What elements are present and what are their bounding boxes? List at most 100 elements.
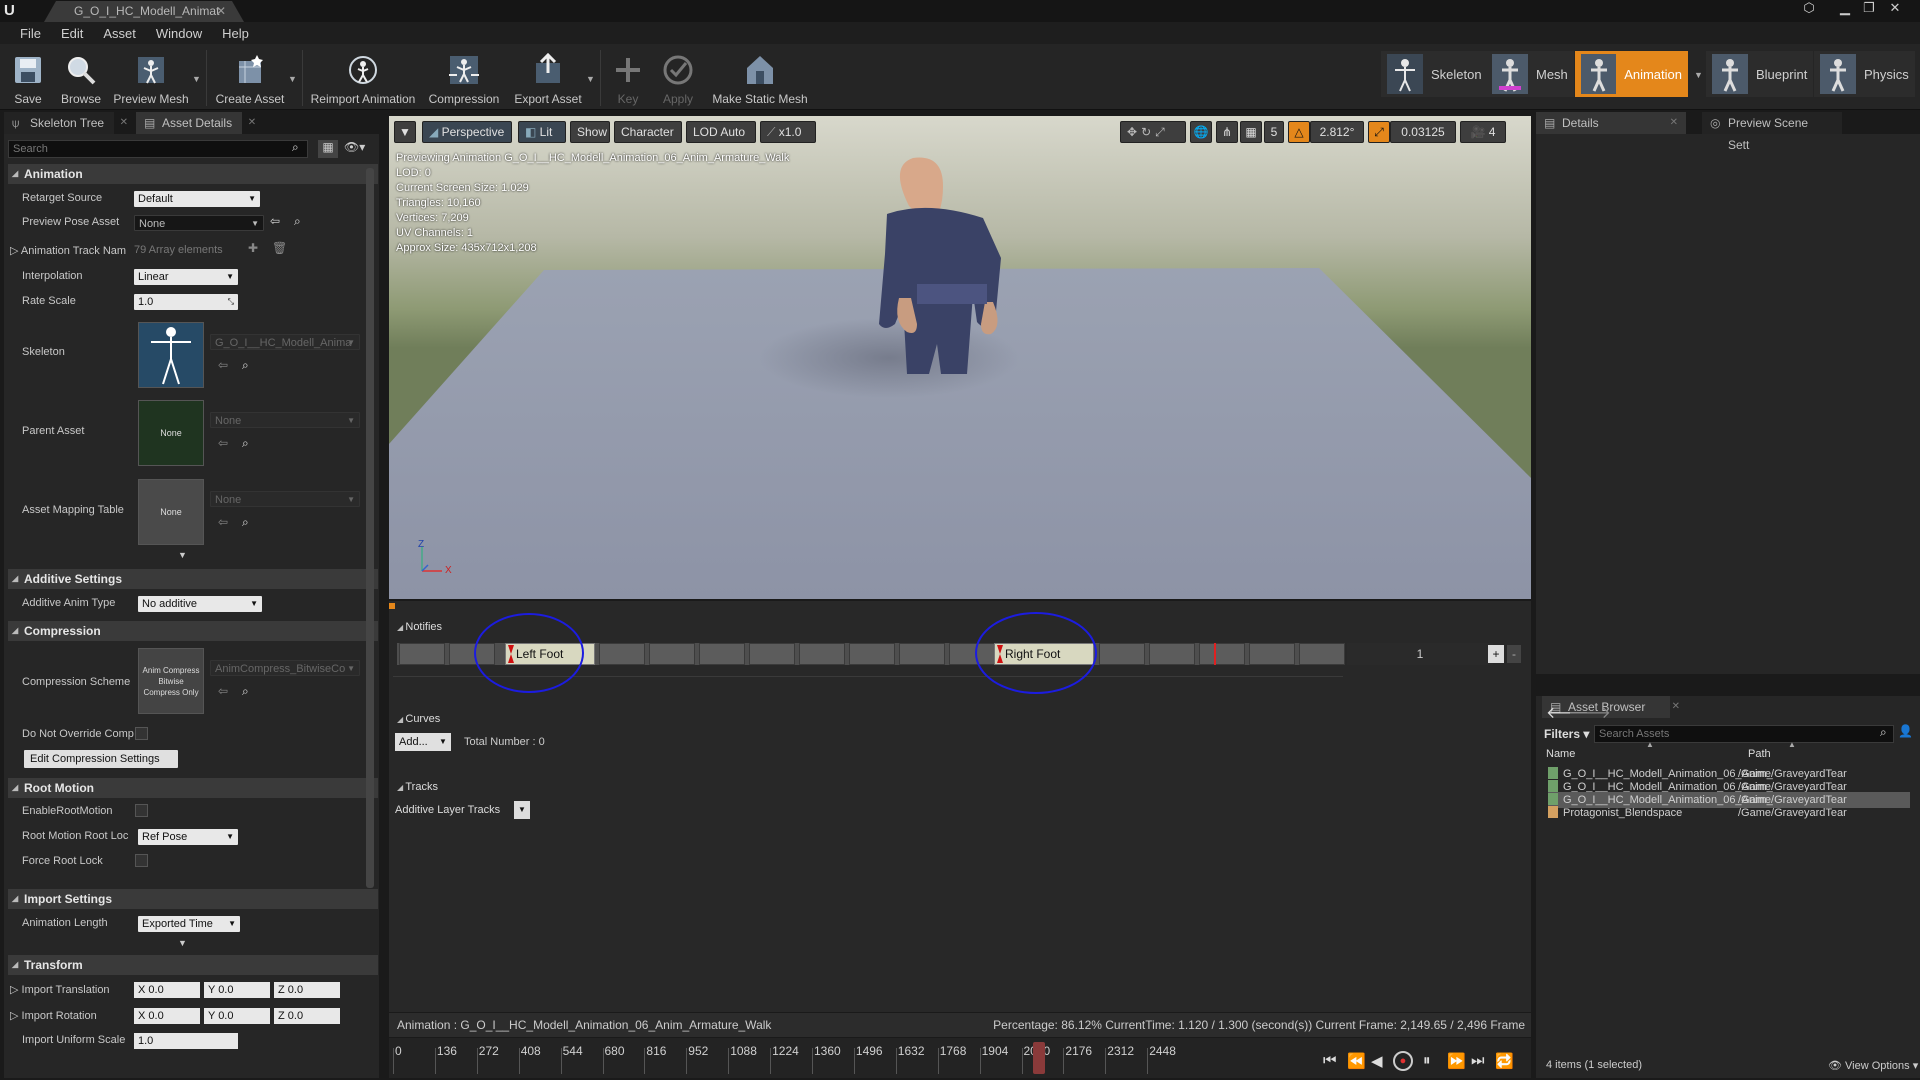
compression-scheme-dropdown[interactable]: AnimCompress_BitwiseCo ▼ <box>210 660 360 676</box>
world-space-icon[interactable]: 🌐 <box>1190 121 1212 143</box>
close-icon[interactable]: ✕ <box>248 112 256 134</box>
column-name-header[interactable]: Name <box>1546 748 1575 760</box>
close-icon[interactable]: ✕ <box>120 112 128 134</box>
force-root-lock-checkbox[interactable] <box>135 854 148 867</box>
remove-track-icon[interactable]: - <box>1507 645 1521 663</box>
notify-track-segment[interactable] <box>1249 643 1295 665</box>
add-curve-button[interactable]: Add... <box>395 733 435 751</box>
apply-button[interactable]: Apply <box>656 48 700 108</box>
physics-mode-button[interactable]: Physics <box>1814 51 1915 97</box>
preview-mesh-button[interactable]: Preview Mesh <box>112 48 190 108</box>
notify-track-segment[interactable] <box>399 643 445 665</box>
compression-button[interactable]: Compression <box>428 48 500 108</box>
show-button[interactable]: Show <box>570 121 610 143</box>
notify-track-segment[interactable] <box>1099 643 1145 665</box>
asset-search-input[interactable]: Search Assets <box>1594 725 1894 743</box>
pause-icon[interactable]: ⏸ <box>1423 1052 1431 1069</box>
use-selected-arrow-icon[interactable]: ⇦ <box>218 684 228 698</box>
additive-layer-dropdown-icon[interactable]: ▼ <box>514 801 530 819</box>
expand-more-icon[interactable]: ▼ <box>178 938 187 948</box>
view-options-button[interactable]: 👁 View Options ▾ <box>1828 1059 1918 1072</box>
notify-track-segment[interactable] <box>1199 643 1245 665</box>
browse-button[interactable]: Browse <box>56 48 106 108</box>
details-scrollbar[interactable] <box>366 168 374 888</box>
camera-speed-button[interactable]: 🎥 4 <box>1460 121 1506 143</box>
maximize-icon[interactable]: ❐ <box>1858 0 1880 18</box>
transform-tools-group[interactable]: ✥↻⤢ <box>1120 121 1186 143</box>
use-selected-arrow-icon[interactable]: ⇦ <box>218 515 228 529</box>
notify-track-segment[interactable] <box>599 643 645 665</box>
rotation-z-field[interactable]: Z 0.0 <box>274 1008 340 1024</box>
interpolation-dropdown[interactable]: Linear ▼ <box>134 269 238 285</box>
sync-icon[interactable]: ⬡ <box>1798 0 1820 18</box>
notify-track-segment[interactable] <box>899 643 945 665</box>
parent-asset-dropdown[interactable]: None ▼ <box>210 412 360 428</box>
menu-help[interactable]: Help <box>212 26 259 41</box>
translation-z-field[interactable]: Z 0.0 <box>274 982 340 998</box>
character-button[interactable]: Character <box>614 121 682 143</box>
eye-icon[interactable]: 👁▾ <box>344 140 365 154</box>
skip-to-start-icon[interactable]: ⏮ <box>1323 1052 1337 1069</box>
notify-track-segment[interactable] <box>799 643 845 665</box>
rotate-icon[interactable]: ↻ <box>1141 125 1155 139</box>
details-search-input[interactable]: Search <box>8 140 308 158</box>
column-path-header[interactable]: Path <box>1748 748 1771 760</box>
uniform-scale-field[interactable]: 1.0 <box>134 1033 238 1049</box>
surface-snap-icon[interactable]: ⋔ <box>1216 121 1238 143</box>
scale-snap-value[interactable]: 0.03125 <box>1390 121 1456 143</box>
tab-preview-scene-settings[interactable]: ◎ Preview Scene Sett <box>1702 112 1842 152</box>
menu-edit[interactable]: Edit <box>51 26 93 41</box>
parent-asset-thumbnail[interactable]: None <box>138 400 204 466</box>
browse-search-icon[interactable]: ⌕ <box>242 515 249 530</box>
forward-arrow-icon[interactable]: 🡒 <box>1568 702 1611 723</box>
tab-details[interactable]: ▤ Details ✕ <box>1536 112 1686 134</box>
close-icon[interactable]: ✕ <box>1670 112 1678 134</box>
move-icon[interactable]: ✥ <box>1127 125 1141 139</box>
add-element-icon[interactable]: ✚ <box>248 241 258 255</box>
notify-track-segment[interactable] <box>1299 643 1345 665</box>
mapping-table-dropdown[interactable]: None ▼ <box>210 491 360 507</box>
compression-scheme-thumbnail[interactable]: Anim Compress Bitwise Compress Only <box>138 648 204 714</box>
timeline-scrubber[interactable]: 0 136 272 408 544 680 816 952 1088 1224 1360 1496 16… <box>389 1038 1531 1078</box>
root-lock-dropdown[interactable]: Ref Pose ▼ <box>138 829 238 845</box>
viewport-options-dropdown[interactable]: ▼ <box>394 121 416 143</box>
trash-icon[interactable]: 🗑 <box>272 241 287 255</box>
edit-compression-settings-button[interactable]: Edit Compression Settings <box>24 750 178 768</box>
save-button[interactable]: Save <box>8 48 48 108</box>
mapping-table-thumbnail[interactable]: None <box>138 479 204 545</box>
preview-pose-dropdown[interactable]: None ▼ <box>134 215 264 231</box>
category-import-settings[interactable]: Import Settings <box>8 889 378 909</box>
notify-track-segment[interactable] <box>749 643 795 665</box>
grid-snap-icon[interactable]: ▦ <box>1240 121 1262 143</box>
use-selected-arrow-icon[interactable]: ⇦ <box>218 436 228 450</box>
loop-icon[interactable]: 🔁 <box>1495 1052 1514 1070</box>
blueprint-mode-button[interactable]: Blueprint <box>1706 51 1814 97</box>
user-icon[interactable]: 👤 <box>1898 724 1913 738</box>
rotation-y-field[interactable]: Y 0.0 <box>204 1008 270 1024</box>
close-icon[interactable]: ✕ <box>1672 696 1680 718</box>
retarget-source-dropdown[interactable]: Default ▼ <box>134 191 260 207</box>
rotation-snap-icon[interactable]: △ <box>1288 121 1310 143</box>
additive-type-dropdown[interactable]: No additive ▼ <box>138 596 262 612</box>
animation-mode-button[interactable]: Animation <box>1575 51 1688 97</box>
notify-track-segment[interactable] <box>699 643 745 665</box>
category-root-motion[interactable]: Root Motion <box>8 778 378 798</box>
notify-track-segment[interactable] <box>649 643 695 665</box>
skeleton-mode-button[interactable]: Skeleton <box>1381 51 1488 97</box>
lit-button[interactable]: ◧ Lit <box>518 121 566 143</box>
step-back-icon[interactable]: ⏪ <box>1347 1052 1366 1070</box>
create-asset-button[interactable]: Create Asset <box>214 48 286 108</box>
mesh-mode-button[interactable]: Mesh <box>1486 51 1574 97</box>
record-icon[interactable]: ● <box>1393 1051 1413 1071</box>
override-compression-checkbox[interactable] <box>135 727 148 740</box>
category-compression[interactable]: Compression <box>8 621 378 641</box>
lod-button[interactable]: LOD Auto <box>686 121 756 143</box>
play-reverse-icon[interactable]: ◀ <box>1371 1052 1383 1070</box>
animation-length-dropdown[interactable]: Exported Time ▼ <box>138 916 240 932</box>
tab-skeleton-tree[interactable]: ⍦ Skeleton Tree ✕ <box>4 112 128 134</box>
category-animation[interactable]: Animation <box>8 164 378 184</box>
animation-mode-dropdown-icon[interactable]: ▼ <box>1694 70 1703 80</box>
browse-search-icon[interactable]: ⌕ <box>242 436 249 451</box>
make-static-mesh-button[interactable]: Make Static Mesh <box>710 48 810 108</box>
perspective-button[interactable]: ◢ Perspective <box>422 121 512 143</box>
